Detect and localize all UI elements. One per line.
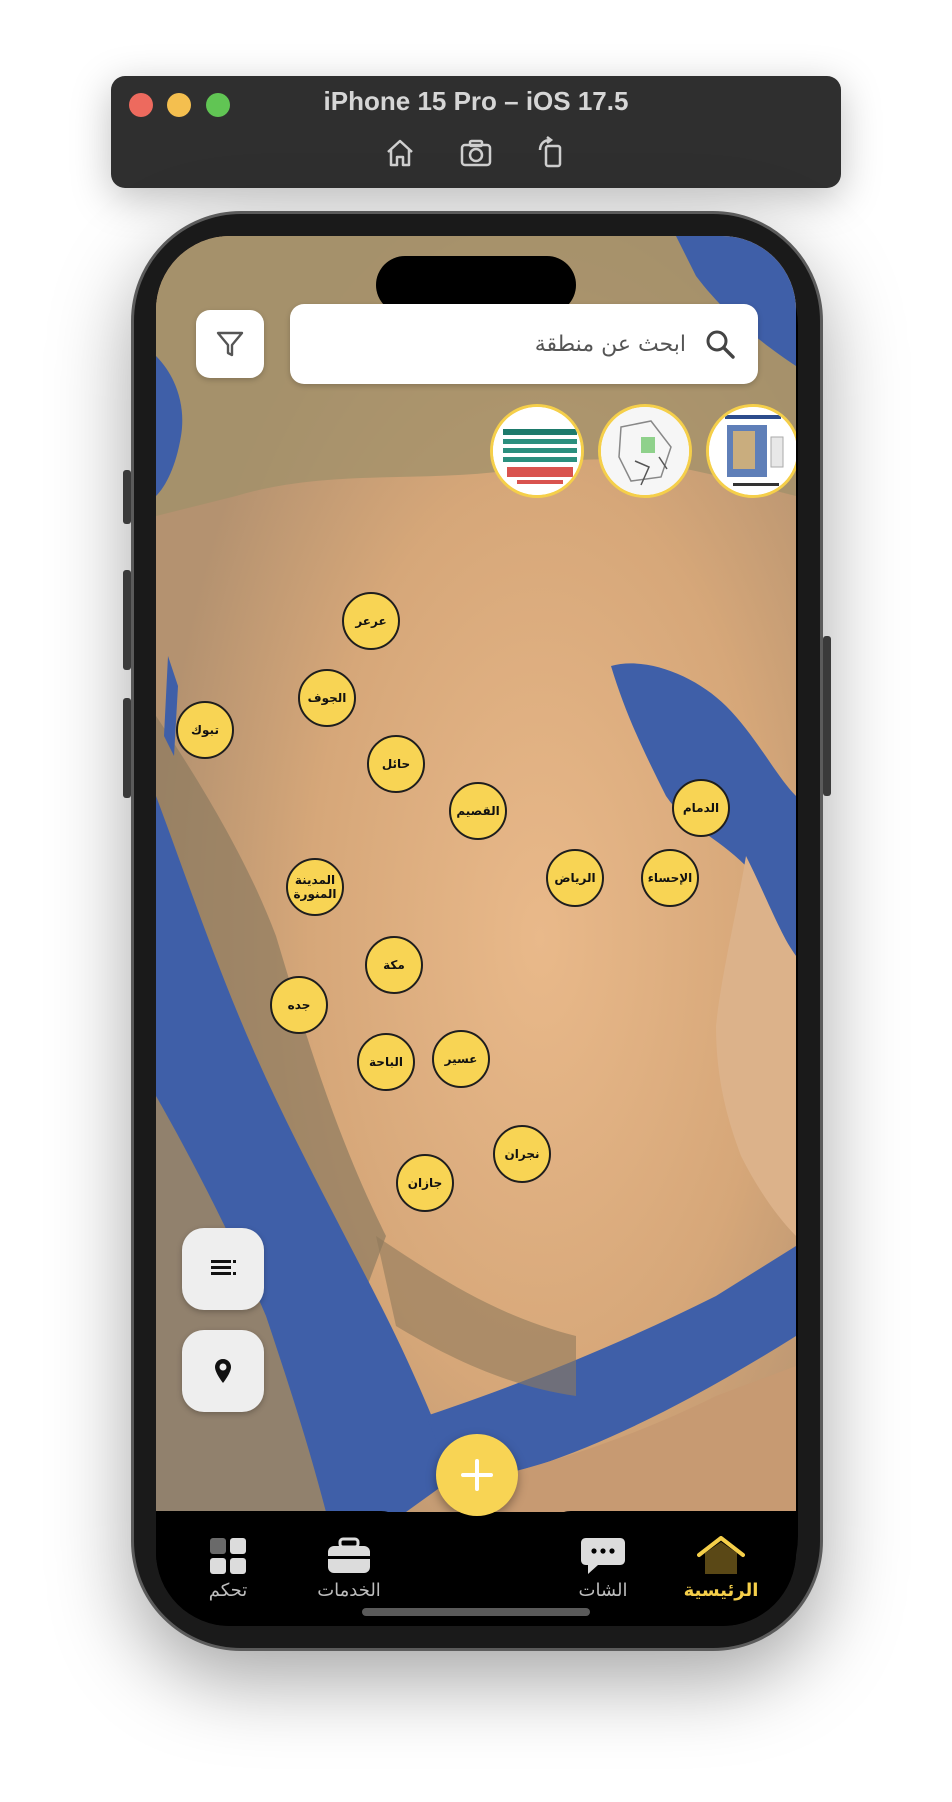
tab-label: الخدمات bbox=[317, 1580, 381, 1601]
city-marker-tabuk[interactable]: تبوك bbox=[176, 701, 234, 759]
search-icon bbox=[706, 330, 735, 359]
location-pin-icon bbox=[215, 1359, 231, 1383]
city-marker-makkah[interactable]: مكة bbox=[365, 936, 423, 994]
rotate-icon[interactable] bbox=[535, 136, 569, 170]
tab-label: الرئيسية bbox=[683, 1580, 759, 1601]
city-marker-jeddah[interactable]: جده bbox=[270, 976, 328, 1034]
thumbnail-map-doc[interactable] bbox=[706, 404, 796, 498]
plus-icon bbox=[461, 1459, 493, 1491]
city-marker-ahsa[interactable]: الإحساء bbox=[641, 849, 699, 907]
volume-up-button bbox=[123, 570, 131, 670]
satellite-map[interactable]: ابحث عن منطقة عرعر الجوف تبوك حائل القصي… bbox=[156, 236, 796, 1512]
city-marker-asir[interactable]: عسير bbox=[432, 1030, 490, 1088]
recent-thumbnails bbox=[490, 404, 796, 498]
chat-icon bbox=[581, 1538, 625, 1574]
home-icon bbox=[697, 1536, 745, 1574]
city-marker-arar[interactable]: عرعر bbox=[342, 592, 400, 650]
briefcase-icon bbox=[328, 1537, 370, 1573]
add-button[interactable] bbox=[436, 1434, 518, 1516]
search-placeholder: ابحث عن منطقة bbox=[534, 331, 686, 357]
plan-drawing-icon bbox=[601, 407, 689, 495]
thumbnail-table[interactable] bbox=[490, 404, 584, 498]
location-button[interactable] bbox=[182, 1330, 264, 1412]
city-marker-madinah[interactable]: المدينة المنورة bbox=[286, 858, 344, 916]
list-button[interactable] bbox=[182, 1228, 264, 1310]
phone-screen: ابحث عن منطقة عرعر الجوف تبوك حائل القصي… bbox=[156, 236, 796, 1626]
city-marker-hail[interactable]: حائل bbox=[367, 735, 425, 793]
simulator-title: iPhone 15 Pro – iOS 17.5 bbox=[323, 86, 629, 116]
power-button bbox=[823, 636, 831, 796]
home-indicator bbox=[362, 1608, 590, 1616]
volume-down-button bbox=[123, 698, 131, 798]
tab-label: الشات bbox=[578, 1580, 628, 1601]
tab-services[interactable]: الخدمات bbox=[294, 1536, 404, 1601]
document-table-icon bbox=[493, 407, 581, 495]
home-icon[interactable] bbox=[383, 136, 417, 170]
screenshot-icon[interactable] bbox=[459, 136, 493, 170]
tab-chat[interactable]: الشات bbox=[548, 1536, 658, 1601]
tab-label: تحكم bbox=[208, 1580, 248, 1601]
city-marker-qassim[interactable]: القصيم bbox=[449, 782, 507, 840]
city-marker-dammam[interactable]: الدمام bbox=[672, 779, 730, 837]
filter-icon bbox=[216, 331, 244, 357]
city-marker-jouf[interactable]: الجوف bbox=[298, 669, 356, 727]
tab-home[interactable]: الرئيسية bbox=[666, 1536, 776, 1601]
simulator-title-bar: iPhone 15 Pro – iOS 17.5 bbox=[111, 76, 841, 188]
city-marker-riyadh[interactable]: الرياض bbox=[546, 849, 604, 907]
search-input[interactable]: ابحث عن منطقة bbox=[290, 304, 758, 384]
city-marker-najran[interactable]: نجران bbox=[493, 1125, 551, 1183]
filter-button[interactable] bbox=[196, 310, 264, 378]
grid-icon bbox=[210, 1538, 246, 1574]
list-icon bbox=[211, 1260, 236, 1275]
city-marker-baha[interactable]: الباحة bbox=[357, 1033, 415, 1091]
map-document-icon bbox=[709, 407, 796, 495]
city-marker-jazan[interactable]: جازان bbox=[396, 1154, 454, 1212]
action-button bbox=[123, 470, 131, 524]
thumbnail-plan[interactable] bbox=[598, 404, 692, 498]
tab-control[interactable]: تحكم bbox=[173, 1536, 283, 1601]
